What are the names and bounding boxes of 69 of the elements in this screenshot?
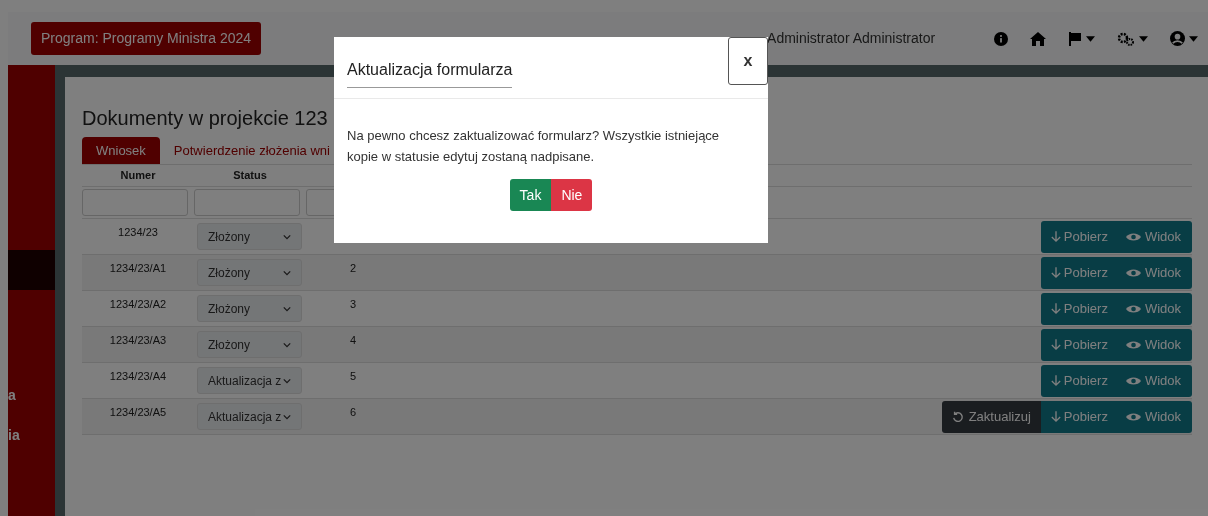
table-cell-text: 1234/23/A3 bbox=[108, 333, 168, 348]
view-button[interactable]: Widok bbox=[1115, 293, 1192, 325]
status-dropdown[interactable]: Złożony bbox=[197, 259, 302, 286]
download-button[interactable]: Pobierz bbox=[1040, 221, 1116, 253]
eye-icon bbox=[1125, 412, 1141, 422]
chevron-down-icon bbox=[283, 413, 291, 420]
download-button[interactable]: Pobierz bbox=[1040, 293, 1116, 325]
eye-icon bbox=[1125, 268, 1141, 278]
cancel-button[interactable]: Nie bbox=[551, 179, 593, 211]
tab[interactable]: Wniosek bbox=[82, 137, 160, 164]
download-button[interactable]: Pobierz bbox=[1040, 365, 1116, 397]
confirm-button[interactable]: Tak bbox=[509, 179, 552, 211]
flag-menu-icon[interactable] bbox=[1068, 31, 1095, 46]
table-cell-text: 1234/23/A4 bbox=[108, 369, 168, 384]
user-name: Administrator Administrator bbox=[767, 29, 936, 48]
update-button[interactable]: Zaktualizuj bbox=[941, 401, 1041, 433]
download-button[interactable]: Pobierz bbox=[1040, 257, 1116, 289]
download-button[interactable]: Pobierz bbox=[1040, 329, 1116, 361]
status-dropdown[interactable]: Aktualizacja z bbox=[197, 403, 302, 430]
status-dropdown[interactable]: Aktualizacja z bbox=[197, 367, 302, 394]
close-button[interactable]: x bbox=[728, 37, 768, 85]
table-cell-text: 1234/23/A2 bbox=[108, 297, 168, 312]
page-title: Dokumenty w projekcie 123 bbox=[82, 107, 328, 129]
modal-message: Na pewno chcesz zaktualizować formularz? Wszystkie istniejące kopie w statusie edytuj zostaną nadpisane. bbox=[347, 127, 721, 166]
settings-icon[interactable] bbox=[1117, 31, 1148, 46]
down-arrow-icon bbox=[1050, 267, 1061, 279]
eye-icon bbox=[1125, 340, 1141, 350]
table-cell-text: 3 bbox=[350, 297, 358, 312]
view-button[interactable]: Widok bbox=[1115, 329, 1192, 361]
table-cell-text: 2 bbox=[350, 261, 358, 276]
program-button[interactable]: Program: Programy Ministra 2024 bbox=[31, 22, 262, 55]
view-button[interactable]: Widok bbox=[1115, 221, 1192, 253]
eye-icon bbox=[1125, 376, 1141, 386]
home-icon[interactable] bbox=[1030, 31, 1046, 46]
down-arrow-icon bbox=[1050, 231, 1061, 243]
download-button[interactable]: Pobierz bbox=[1040, 401, 1116, 433]
sidebar-item[interactable]: a bbox=[8, 375, 55, 415]
chevron-down-icon bbox=[283, 269, 291, 276]
table-cell-text: 4 bbox=[350, 333, 358, 348]
eye-icon bbox=[1125, 304, 1141, 314]
view-button[interactable]: Widok bbox=[1115, 257, 1192, 289]
chevron-down-icon bbox=[283, 233, 291, 240]
status-dropdown[interactable]: Złożony bbox=[197, 295, 302, 322]
eye-icon bbox=[1125, 232, 1141, 242]
undo-icon bbox=[951, 411, 964, 423]
filter-field[interactable] bbox=[82, 189, 188, 216]
table-cell-text: 1234/23/A1 bbox=[108, 261, 168, 276]
status-dropdown[interactable]: Złożony bbox=[197, 331, 302, 358]
view-button[interactable]: Widok bbox=[1115, 401, 1192, 433]
modal-title: Aktualizacja formularza bbox=[347, 58, 513, 88]
table-cell-text: 6 bbox=[350, 405, 358, 420]
filter-field[interactable] bbox=[194, 189, 300, 216]
column-header: Numer bbox=[119, 168, 157, 184]
chevron-down-icon bbox=[283, 341, 291, 348]
status-dropdown[interactable]: Złożony bbox=[197, 223, 302, 250]
info-icon[interactable] bbox=[994, 31, 1008, 46]
down-arrow-icon bbox=[1050, 411, 1061, 423]
sidebar-item[interactable]: ia bbox=[8, 415, 55, 455]
down-arrow-icon bbox=[1050, 375, 1061, 387]
down-arrow-icon bbox=[1050, 339, 1061, 351]
user-menu-icon[interactable] bbox=[1170, 31, 1198, 46]
chevron-down-icon bbox=[283, 305, 291, 312]
down-arrow-icon bbox=[1050, 303, 1061, 315]
column-header: Status bbox=[232, 168, 268, 184]
view-button[interactable]: Widok bbox=[1115, 365, 1192, 397]
chevron-down-icon bbox=[283, 377, 291, 384]
table-cell-text: 1234/23/A5 bbox=[108, 405, 168, 420]
table-cell-text: 5 bbox=[350, 369, 358, 384]
table-cell-text: 1234/23 bbox=[117, 225, 159, 240]
